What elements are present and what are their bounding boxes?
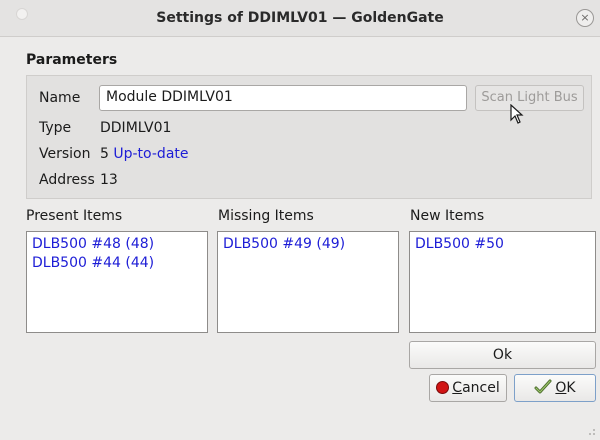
- checkmark-icon: [534, 379, 552, 394]
- parameters-panel: Name Module DDIMLV01 Scan Light Bus Type…: [26, 75, 592, 199]
- present-items-list[interactable]: DLB500 #48 (48) DLB500 #44 (44): [26, 231, 208, 333]
- ok-button[interactable]: Ok: [409, 341, 596, 369]
- present-items-label: Present Items: [26, 208, 123, 224]
- version-value: 5 Up-to-date: [100, 146, 189, 162]
- cancel-button[interactable]: Cancel: [429, 374, 507, 402]
- name-field[interactable]: Module DDIMLV01: [99, 85, 467, 111]
- cancel-label: ancel: [462, 380, 500, 396]
- version-number: 5: [100, 146, 109, 162]
- cancel-mnemonic: C: [452, 380, 463, 396]
- parameters-heading: Parameters: [26, 52, 118, 68]
- list-item[interactable]: DLB500 #44 (44): [32, 254, 202, 273]
- new-items-list[interactable]: DLB500 #50: [409, 231, 596, 333]
- ok-label: K: [566, 380, 576, 396]
- address-value: 13: [100, 172, 118, 188]
- type-label: Type: [39, 120, 72, 136]
- address-label: Address: [39, 172, 95, 188]
- missing-items-label: Missing Items: [218, 208, 314, 224]
- ok-mnemonic: O: [555, 380, 567, 396]
- scan-light-bus-button[interactable]: Scan Light Bus: [475, 85, 584, 111]
- ok-confirm-button[interactable]: OK: [514, 374, 596, 402]
- list-item[interactable]: DLB500 #48 (48): [32, 235, 202, 254]
- name-label: Name: [39, 90, 81, 106]
- mouse-pointer-icon: [510, 104, 524, 124]
- list-item[interactable]: DLB500 #50: [415, 235, 590, 254]
- resize-grip-icon[interactable]: [584, 424, 596, 436]
- window-title: Settings of DDIMLV01 — GoldenGate: [156, 10, 444, 26]
- close-icon[interactable]: ×: [576, 9, 594, 27]
- title-bar: Settings of DDIMLV01 — GoldenGate ×: [0, 0, 600, 37]
- version-status: Up-to-date: [113, 146, 189, 162]
- new-items-label: New Items: [410, 208, 485, 224]
- missing-items-list[interactable]: DLB500 #49 (49): [217, 231, 399, 333]
- type-value: DDIMLV01: [100, 120, 172, 136]
- list-item[interactable]: DLB500 #49 (49): [223, 235, 393, 254]
- version-label: Version: [39, 146, 91, 162]
- cancel-icon: [436, 381, 450, 394]
